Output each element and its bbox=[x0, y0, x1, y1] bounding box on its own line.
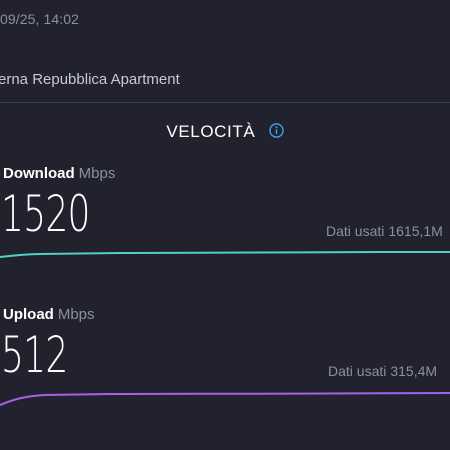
divider bbox=[0, 102, 450, 103]
server-name[interactable]: erna Repubblica Apartment bbox=[0, 71, 180, 88]
upload-label: Upload Mbps bbox=[3, 306, 95, 323]
download-speed-graph bbox=[0, 251, 450, 258]
upload-data-used: Dati usati 315,4M bbox=[328, 363, 437, 379]
upload-speed-line bbox=[0, 392, 450, 406]
download-data-used: Dati usati 1615,1M bbox=[326, 223, 443, 239]
section-title: VELOCITÀ bbox=[166, 121, 256, 141]
download-label: Download Mbps bbox=[3, 165, 115, 182]
download-unit: Mbps bbox=[78, 165, 116, 182]
upload-title: Upload bbox=[3, 306, 54, 323]
upload-speed-graph bbox=[0, 392, 450, 406]
info-icon[interactable] bbox=[268, 123, 284, 138]
download-data-used-label: Dati usati bbox=[326, 223, 385, 239]
download-data-used-value: 1615,1M bbox=[388, 223, 443, 239]
upload-data-used-value: 315,4M bbox=[390, 363, 438, 379]
speed-section-header: VELOCITÀ bbox=[0, 121, 450, 142]
test-timestamp: /09/25, 14:02 bbox=[0, 11, 80, 27]
speedtest-result-screen: /09/25, 14:02 erna Repubblica Apartment … bbox=[0, 0, 450, 450]
download-speed-value: 1520 bbox=[1, 185, 90, 243]
download-speed-line bbox=[0, 251, 450, 258]
upload-unit: Mbps bbox=[57, 306, 95, 323]
download-title: Download bbox=[3, 165, 75, 182]
upload-data-used-label: Dati usati bbox=[328, 363, 387, 379]
upload-speed-value: 512 bbox=[1, 326, 68, 384]
